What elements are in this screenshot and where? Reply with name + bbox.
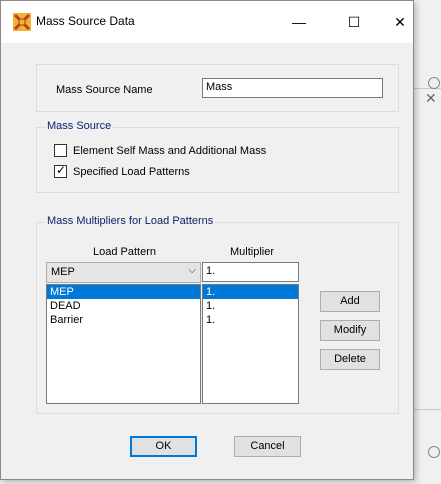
chevron-down-icon: ⌵ [188,265,196,276]
multiplier-column-header: Multiplier [230,246,275,258]
cancel-button[interactable]: Cancel [234,436,301,457]
background-close-icon[interactable]: ✕ [425,91,439,105]
load-pattern-dropdown[interactable]: MEP ⌵ [46,262,201,283]
multiplier-list[interactable]: 1. 1. 1. [202,284,299,404]
load-pattern-column-header: Load Pattern [93,246,156,258]
mass-source-name-group: Mass Source Name Mass [36,64,399,112]
background-ring-icon [428,446,440,458]
maximize-button[interactable]: ☐ [331,1,377,43]
load-pattern-dropdown-value: MEP [51,266,75,278]
minimize-button[interactable]: — [276,1,322,43]
dialog-title: Mass Source Data [36,14,135,28]
list-item[interactable]: DEAD [47,299,200,313]
mass-source-dialog: Mass Source Data — ☐ ✕ Mass Source Name … [0,0,414,480]
background-ring-icon [428,77,440,89]
modify-button[interactable]: Modify [320,320,380,341]
checkmark-icon: ✓ [56,163,67,177]
multiplier-input[interactable]: 1. [202,262,299,282]
specified-load-patterns-label: Specified Load Patterns [73,166,190,178]
list-item[interactable]: Barrier [47,313,200,327]
mass-source-group-title: Mass Source [45,120,114,132]
list-item[interactable]: 1. [203,285,298,299]
element-self-mass-label: Element Self Mass and Additional Mass [73,145,267,157]
mass-source-name-input[interactable]: Mass [202,78,383,98]
list-item[interactable]: MEP [47,285,200,299]
add-button[interactable]: Add [320,291,380,312]
title-bar: Mass Source Data — ☐ ✕ [1,1,413,43]
mass-multipliers-group: Mass Multipliers for Load Patterns Load … [36,215,399,414]
load-pattern-list[interactable]: MEP DEAD Barrier [46,284,201,404]
element-self-mass-checkbox[interactable] [54,144,67,157]
mass-source-group: Mass Source Element Self Mass and Additi… [36,120,399,193]
sap-app-icon [13,13,31,31]
list-item[interactable]: 1. [203,313,298,327]
ok-button[interactable]: OK [130,436,197,457]
close-button[interactable]: ✕ [377,1,423,43]
list-item[interactable]: 1. [203,299,298,313]
mass-source-name-label: Mass Source Name [56,84,153,96]
delete-button[interactable]: Delete [320,349,380,370]
specified-load-patterns-checkbox[interactable]: ✓ [54,163,67,178]
mass-multipliers-group-title: Mass Multipliers for Load Patterns [45,215,216,227]
